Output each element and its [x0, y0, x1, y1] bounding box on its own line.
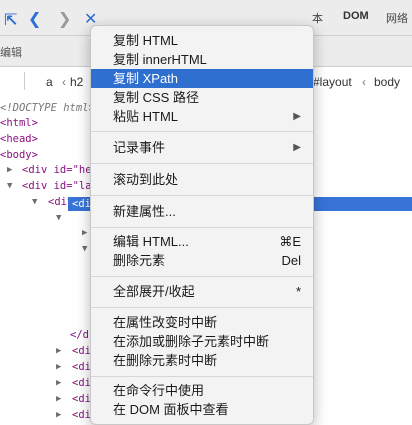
forward-icon[interactable]: ❯	[58, 9, 71, 29]
separator	[24, 72, 25, 90]
menu-break-child-change[interactable]: 在添加或删除子元素时中断	[91, 332, 313, 351]
menu-separator	[91, 163, 313, 164]
breadcrumb-chevron-icon: ‹	[62, 75, 66, 89]
collapse-triangle-icon[interactable]: ▼	[32, 197, 37, 207]
breadcrumb-chevron-icon: ‹	[362, 75, 366, 89]
expand-triangle-icon[interactable]: ▶	[56, 346, 61, 356]
body-line[interactable]: <body>	[0, 149, 38, 161]
tab-partial[interactable]: 本	[312, 10, 323, 26]
breadcrumb-a[interactable]: a	[46, 75, 53, 89]
menu-separator	[91, 376, 313, 377]
expand-triangle-icon[interactable]: ▶	[56, 378, 61, 388]
expand-triangle-icon[interactable]: ▶	[56, 394, 61, 404]
tab-dom[interactable]: DOM	[343, 10, 369, 22]
div-line[interactable]: <di	[72, 377, 91, 389]
back-icon[interactable]: ❮	[28, 9, 41, 29]
collapse-triangle-icon[interactable]: ▼	[7, 181, 12, 191]
expand-triangle-icon[interactable]: ▶	[56, 410, 61, 420]
menu-view-in-dom[interactable]: 在 DOM 面板中查看	[91, 400, 313, 419]
menu-copy-inner-html[interactable]: 复制 innerHTML	[91, 50, 313, 69]
menu-use-in-console[interactable]: 在命令行中使用	[91, 381, 313, 400]
html-line[interactable]: <html>	[0, 117, 38, 129]
menu-separator	[91, 307, 313, 308]
menu-expand-collapse-all[interactable]: 全部展开/收起 *	[91, 282, 313, 301]
menu-edit-html[interactable]: 编辑 HTML... ⌘E	[91, 232, 313, 251]
expand-triangle-icon[interactable]: ▶	[82, 228, 87, 238]
submenu-arrow-icon: ▶	[293, 111, 301, 122]
div-header-line[interactable]: <div id="he	[22, 164, 92, 176]
div-line[interactable]: <di	[72, 345, 91, 357]
expand-triangle-icon[interactable]: ▶	[56, 362, 61, 372]
menu-separator	[91, 276, 313, 277]
div-layout-line[interactable]: <div id="la	[22, 180, 92, 192]
selected-node-tag[interactable]: <di	[72, 197, 91, 211]
tab-network[interactable]: 网络	[386, 10, 408, 26]
div-line[interactable]: <di	[72, 409, 91, 421]
collapse-triangle-icon[interactable]: ▼	[82, 244, 87, 254]
div-line[interactable]: <di	[72, 361, 91, 373]
close-div-line: </d	[70, 329, 89, 341]
menu-break-removal[interactable]: 在删除元素时中断	[91, 351, 313, 370]
submenu-arrow-icon: ▶	[293, 142, 301, 153]
menu-delete-element[interactable]: 删除元素 Del	[91, 251, 313, 270]
doctype-line: <!DOCTYPE html>	[0, 102, 95, 114]
menu-copy-xpath[interactable]: 复制 XPath	[91, 69, 313, 88]
breadcrumb-h2[interactable]: h2	[70, 75, 83, 89]
menu-separator	[91, 131, 313, 132]
context-menu: 复制 HTML 复制 innerHTML 复制 XPath 复制 CSS 路径 …	[90, 25, 314, 425]
inspect-icon[interactable]: ⇱	[4, 10, 17, 30]
menu-paste-html[interactable]: 粘贴 HTML ▶	[91, 107, 313, 126]
edit-button[interactable]: 编辑	[0, 44, 22, 60]
collapse-triangle-icon[interactable]: ▼	[56, 213, 61, 223]
menu-break-attr-change[interactable]: 在属性改变时中断	[91, 313, 313, 332]
breadcrumb-body[interactable]: body	[374, 75, 400, 89]
menu-separator	[91, 195, 313, 196]
menu-scroll-into-view[interactable]: 滚动到此处	[91, 170, 313, 189]
div-line[interactable]: <di	[72, 393, 91, 405]
menu-copy-html[interactable]: 复制 HTML	[91, 31, 313, 50]
menu-new-attribute[interactable]: 新建属性...	[91, 202, 313, 221]
menu-copy-css-path[interactable]: 复制 CSS 路径	[91, 88, 313, 107]
expand-triangle-icon[interactable]: ▶	[7, 165, 12, 175]
menu-log-event[interactable]: 记录事件 ▶	[91, 138, 313, 157]
head-line[interactable]: <head>	[0, 133, 38, 145]
menu-separator	[91, 227, 313, 228]
breadcrumb-layout[interactable]: #layout	[313, 75, 352, 89]
